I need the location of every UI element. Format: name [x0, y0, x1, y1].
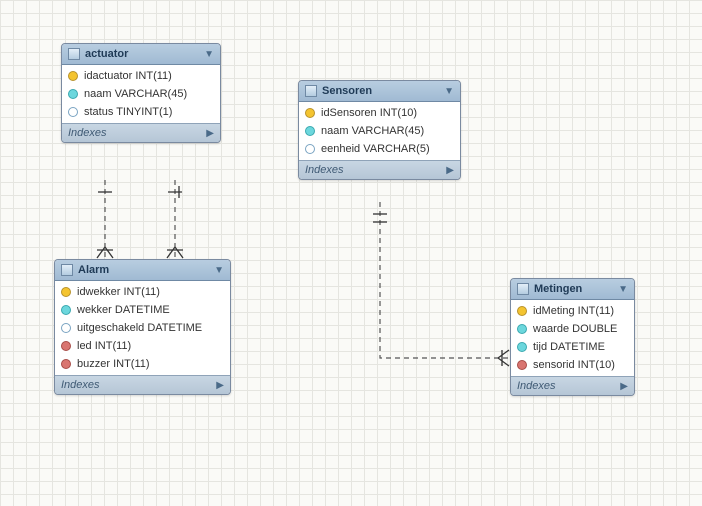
fk-icon: [517, 360, 527, 370]
expand-icon[interactable]: ▶: [620, 381, 628, 392]
column-row[interactable]: uitgeschakeld DATETIME: [55, 319, 230, 337]
table-sensoren[interactable]: Sensoren ▼ idSensoren INT(10) naam VARCH…: [298, 80, 461, 180]
table-icon: [61, 264, 73, 276]
column-label: idwekker INT(11): [77, 286, 160, 298]
indexes-label: Indexes: [61, 379, 100, 391]
column-list: idactuator INT(11) naam VARCHAR(45) stat…: [62, 65, 220, 123]
expand-icon[interactable]: ▶: [216, 380, 224, 391]
collapse-icon[interactable]: ▼: [444, 86, 454, 97]
column-label: buzzer INT(11): [77, 358, 150, 370]
column-label: naam VARCHAR(45): [321, 125, 424, 137]
collapse-icon[interactable]: ▼: [618, 284, 628, 295]
column-label: sensorid INT(10): [533, 359, 615, 371]
indexes-label: Indexes: [517, 380, 556, 392]
column-row[interactable]: waarde DOUBLE: [511, 320, 634, 338]
indexes-section[interactable]: Indexes ▶: [62, 123, 220, 142]
expand-icon[interactable]: ▶: [206, 128, 214, 139]
table-actuator[interactable]: actuator ▼ idactuator INT(11) naam VARCH…: [61, 43, 221, 143]
attr-icon: [61, 305, 71, 315]
key-icon: [61, 287, 71, 297]
column-row[interactable]: led INT(11): [55, 337, 230, 355]
column-label: uitgeschakeld DATETIME: [77, 322, 202, 334]
column-label: status TINYINT(1): [84, 106, 172, 118]
collapse-icon[interactable]: ▼: [214, 265, 224, 276]
indexes-label: Indexes: [305, 164, 344, 176]
column-label: idactuator INT(11): [84, 70, 172, 82]
attr-icon: [68, 89, 78, 99]
indexes-section[interactable]: Indexes ▶: [55, 375, 230, 394]
column-row[interactable]: sensorid INT(10): [511, 356, 634, 374]
table-icon: [305, 85, 317, 97]
table-header[interactable]: actuator ▼: [62, 44, 220, 65]
column-label: wekker DATETIME: [77, 304, 170, 316]
fk-icon: [61, 341, 71, 351]
column-label: tijd DATETIME: [533, 341, 605, 353]
column-row[interactable]: status TINYINT(1): [62, 103, 220, 121]
attr-icon: [517, 324, 527, 334]
table-title: Metingen: [534, 283, 582, 295]
table-metingen[interactable]: Metingen ▼ idMeting INT(11) waarde DOUBL…: [510, 278, 635, 396]
table-title: Sensoren: [322, 85, 372, 97]
column-row[interactable]: wekker DATETIME: [55, 301, 230, 319]
indexes-section[interactable]: Indexes ▶: [299, 160, 460, 179]
attr-icon: [68, 107, 78, 117]
indexes-section[interactable]: Indexes ▶: [511, 376, 634, 395]
column-label: led INT(11): [77, 340, 131, 352]
column-label: idSensoren INT(10): [321, 107, 417, 119]
key-icon: [68, 71, 78, 81]
table-icon: [517, 283, 529, 295]
column-list: idMeting INT(11) waarde DOUBLE tijd DATE…: [511, 300, 634, 376]
column-label: eenheid VARCHAR(5): [321, 143, 430, 155]
column-list: idwekker INT(11) wekker DATETIME uitgesc…: [55, 281, 230, 375]
attr-icon: [305, 144, 315, 154]
key-icon: [305, 108, 315, 118]
attr-icon: [517, 342, 527, 352]
column-row[interactable]: naam VARCHAR(45): [299, 122, 460, 140]
collapse-icon[interactable]: ▼: [204, 49, 214, 60]
column-row[interactable]: idactuator INT(11): [62, 67, 220, 85]
column-list: idSensoren INT(10) naam VARCHAR(45) eenh…: [299, 102, 460, 160]
column-row[interactable]: idMeting INT(11): [511, 302, 634, 320]
column-label: naam VARCHAR(45): [84, 88, 187, 100]
table-header[interactable]: Alarm ▼: [55, 260, 230, 281]
attr-icon: [61, 323, 71, 333]
column-label: idMeting INT(11): [533, 305, 614, 317]
attr-icon: [305, 126, 315, 136]
column-row[interactable]: idSensoren INT(10): [299, 104, 460, 122]
table-title: Alarm: [78, 264, 109, 276]
column-row[interactable]: buzzer INT(11): [55, 355, 230, 373]
table-header[interactable]: Metingen ▼: [511, 279, 634, 300]
fk-icon: [61, 359, 71, 369]
key-icon: [517, 306, 527, 316]
table-alarm[interactable]: Alarm ▼ idwekker INT(11) wekker DATETIME…: [54, 259, 231, 395]
column-row[interactable]: naam VARCHAR(45): [62, 85, 220, 103]
column-row[interactable]: idwekker INT(11): [55, 283, 230, 301]
table-header[interactable]: Sensoren ▼: [299, 81, 460, 102]
table-title: actuator: [85, 48, 128, 60]
expand-icon[interactable]: ▶: [446, 165, 454, 176]
column-row[interactable]: eenheid VARCHAR(5): [299, 140, 460, 158]
column-label: waarde DOUBLE: [533, 323, 617, 335]
column-row[interactable]: tijd DATETIME: [511, 338, 634, 356]
indexes-label: Indexes: [68, 127, 107, 139]
table-icon: [68, 48, 80, 60]
